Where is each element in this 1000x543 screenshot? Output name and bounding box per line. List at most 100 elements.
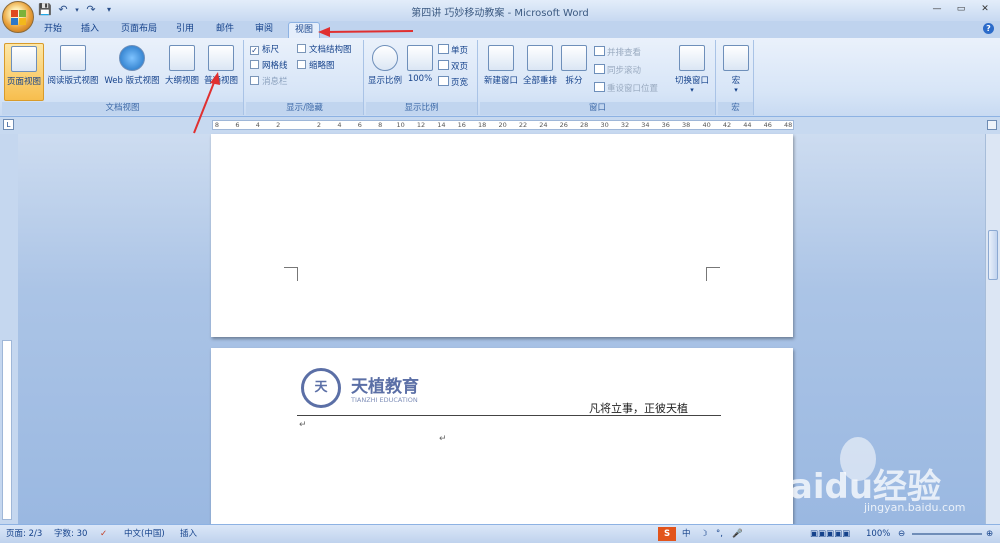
group-label: 显示/隐藏 (246, 102, 363, 115)
group-label: 显示比例 (366, 102, 477, 115)
book-icon (60, 45, 86, 71)
tab-selector-button[interactable]: L (3, 119, 14, 130)
view-buttons[interactable]: ▣▣▣▣▣ (810, 525, 850, 543)
new-window-icon (488, 45, 514, 71)
ruler-tick-label: 6 (357, 121, 362, 129)
page[interactable]: 天 天植教育 TIANZHI EDUCATION 凡将立事，正彼天植 ↵ ↵ (211, 348, 793, 524)
magnifier-icon (372, 45, 398, 71)
tab-home[interactable]: 开始 (38, 22, 68, 38)
zoom-slider[interactable] (912, 533, 982, 535)
gridlines-checkbox[interactable]: 网格线 (250, 60, 288, 73)
ruler-tick-label: 32 (620, 121, 630, 129)
side-by-side-icon (594, 46, 605, 56)
page-width-button[interactable]: 页宽 (438, 76, 468, 90)
ribbon-tabs: 开始 插入 页面布局 引用 邮件 审阅 视图 (0, 21, 1000, 38)
ruler-tick-label: 2 (276, 121, 281, 129)
ruler-tick-label: 46 (763, 121, 772, 129)
crop-mark (284, 267, 298, 281)
minimize-button[interactable]: — (926, 2, 948, 16)
ruler-tick-label: 16 (457, 121, 466, 129)
proofing-icon[interactable]: ✓ (100, 525, 107, 543)
split-button[interactable]: 拆分 (560, 43, 588, 101)
ruler-tick-label: 20 (498, 121, 507, 129)
ruler-tick-label: 34 (641, 121, 650, 129)
switch-windows-button[interactable]: 切换窗口 ▾ (672, 43, 712, 101)
title-bar: 💾 ↶ ▾ ↷ ▾ 第四讲 巧妙移动教案 - Microsoft Word — … (0, 0, 1000, 21)
tab-mailings[interactable]: 邮件 (210, 22, 240, 38)
ruler-tick-label: 38 (682, 121, 691, 129)
one-page-icon (438, 44, 449, 54)
scrollbar-thumb[interactable] (988, 230, 998, 280)
tab-insert[interactable]: 插入 (75, 22, 105, 38)
microphone-icon[interactable]: 🎤 (732, 525, 743, 543)
thumbnails-checkbox[interactable]: 缩略图 (297, 60, 335, 73)
two-pages-button[interactable]: 双页 (438, 60, 468, 74)
zoom-out-button[interactable]: ⊖ (898, 525, 905, 543)
print-layout-button[interactable]: 页面视图 (4, 43, 44, 101)
group-window: 新建窗口 全部重排 拆分 并排查看 同步滚动 重设窗口位置 切换窗口 ▾ 窗口 (480, 40, 716, 115)
message-bar-checkbox: 消息栏 (250, 76, 288, 89)
tianzhi-logo: 天 (301, 368, 341, 408)
office-button[interactable] (2, 1, 34, 33)
paragraph-mark: ↵ (439, 434, 447, 444)
zoom-button[interactable]: 显示比例 (366, 43, 404, 101)
page[interactable] (211, 134, 793, 337)
tab-page-layout[interactable]: 页面布局 (115, 22, 163, 38)
macros-button[interactable]: 宏 ▾ (722, 43, 750, 101)
ruler-tick-label: 4 (337, 121, 342, 129)
two-pages-icon (438, 60, 449, 70)
ime-punctuation-icon[interactable]: °, (716, 525, 723, 543)
ruler-tick-label: 36 (661, 121, 670, 129)
ruler-tick-label: 40 (702, 121, 711, 129)
group-label: 文档视图 (2, 102, 243, 115)
vertical-ruler[interactable] (2, 340, 12, 520)
ruler-tick-label: 48 (784, 121, 793, 129)
document-map-checkbox[interactable]: 文档结构图 (297, 44, 352, 57)
group-document-views: 页面视图 阅读版式视图 Web 版式视图 大纲视图 普通视图 文档视图 (2, 40, 244, 115)
ruler-tick-label: 30 (600, 121, 609, 129)
sync-scroll-icon (594, 64, 605, 74)
baidu-watermark: Baidu经验 jingyan.baidu.com (760, 437, 1000, 517)
tab-view[interactable]: 视图 (288, 22, 320, 38)
office-logo-icon (11, 10, 26, 25)
arrange-all-button[interactable]: 全部重排 (522, 43, 558, 101)
one-page-button[interactable]: 单页 (438, 44, 468, 58)
outline-icon (169, 45, 195, 71)
language[interactable]: 中文(中国) (124, 525, 165, 543)
close-button[interactable]: ✕ (974, 2, 996, 16)
view-ruler-icon[interactable] (987, 120, 997, 130)
new-window-button[interactable]: 新建窗口 (482, 43, 520, 101)
ruler-tick-label: 24 (539, 121, 548, 129)
window-title: 第四讲 巧妙移动教案 - Microsoft Word (411, 8, 589, 19)
outline-button[interactable]: 大纲视图 (164, 43, 200, 101)
chevron-down-icon: ▾ (734, 86, 738, 94)
zoom-level[interactable]: 100% (866, 525, 890, 543)
tab-references[interactable]: 引用 (170, 22, 200, 38)
ruler-tick-label: 12 (416, 121, 426, 129)
draft-button[interactable]: 普通视图 (202, 43, 240, 101)
ime-chinese-icon[interactable]: 中 (682, 525, 691, 543)
globe-icon (119, 45, 145, 71)
zoom-in-button[interactable]: ⊕ (986, 525, 993, 543)
ruler-checkbox[interactable]: ✓ 标尺 (250, 44, 279, 57)
ruler-tick-label: 42 (722, 121, 732, 129)
sogou-ime-icon[interactable]: S (658, 527, 676, 541)
switch-windows-icon (679, 45, 705, 71)
word-count[interactable]: 字数: 30 (54, 525, 87, 543)
ime-moon-icon[interactable]: ☽ (700, 525, 708, 543)
ruler-tick-label: 6 (235, 121, 240, 129)
crop-mark (706, 267, 720, 281)
web-layout-button[interactable]: Web 版式视图 (102, 43, 162, 101)
help-icon[interactable]: ? (983, 23, 994, 34)
logo-english-name: TIANZHI EDUCATION (351, 396, 418, 404)
maximize-button[interactable]: ▭ (950, 2, 972, 16)
page-count[interactable]: 页面: 2/3 (6, 525, 42, 543)
full-screen-reading-button[interactable]: 阅读版式视图 (46, 43, 100, 101)
tab-review[interactable]: 审阅 (249, 22, 279, 38)
insert-mode[interactable]: 插入 (180, 525, 197, 543)
horizontal-ruler[interactable]: 8 6 4 2 2 4 6 8 10 12 14 16 18 20 22 24 26 28 30 32 34 36 38 40… (212, 120, 794, 130)
draft-icon (208, 45, 234, 71)
zoom-100-button[interactable]: 100% (406, 43, 434, 101)
ribbon: 页面视图 阅读版式视图 Web 版式视图 大纲视图 普通视图 文档视图 ✓ 标尺 … (0, 38, 1000, 117)
ruler-tick-label: 10 (396, 121, 405, 129)
